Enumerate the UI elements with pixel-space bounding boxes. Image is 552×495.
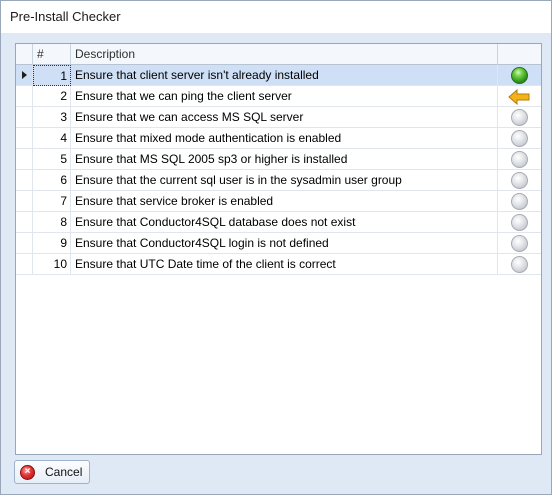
row-number-cell[interactable]: 3 [33,107,71,128]
row-number-cell[interactable]: 5 [33,149,71,170]
row-number-cell[interactable]: 9 [33,233,71,254]
status-cell[interactable] [498,254,541,275]
status-cell[interactable] [498,149,541,170]
status-cell[interactable] [498,212,541,233]
table-row[interactable]: 7 Ensure that service broker is enabled [16,191,541,212]
grey-circle-icon [511,109,528,126]
row-number-cell[interactable]: 8 [33,212,71,233]
dialog-footer: × Cancel [2,457,550,494]
checks-grid: # Description 1 Ensure that client server… [15,43,542,455]
table-row[interactable]: 10 Ensure that UTC Date time of the clien… [16,254,541,275]
cancel-button[interactable]: × Cancel [14,460,90,484]
row-selector[interactable] [16,212,33,233]
status-cell[interactable] [498,233,541,254]
row-selector[interactable] [16,149,33,170]
description-cell[interactable]: Ensure that we can access MS SQL server [71,107,498,128]
window-title: Pre-Install Checker [10,9,121,24]
status-cell[interactable] [498,86,541,107]
grey-circle-icon [511,130,528,147]
table-row[interactable]: 8 Ensure that Conductor4SQL database does… [16,212,541,233]
column-header-status[interactable] [498,44,541,65]
row-selector[interactable] [16,170,33,191]
cancel-button-label: Cancel [45,465,83,479]
row-indicator-header [16,44,33,65]
status-cell[interactable] [498,107,541,128]
row-selector[interactable] [16,65,33,86]
column-header-number[interactable]: # [33,44,71,65]
table-row[interactable]: 2 Ensure that we can ping the client serv… [16,86,541,107]
status-cell[interactable] [498,191,541,212]
description-cell[interactable]: Ensure that MS SQL 2005 sp3 or higher is… [71,149,498,170]
grid-header: # Description [16,44,541,65]
row-number-cell[interactable]: 4 [33,128,71,149]
row-number-cell[interactable]: 2 [33,86,71,107]
title-bar: Pre-Install Checker [1,1,551,33]
grey-circle-icon [511,193,528,210]
pre-install-checker-window: Pre-Install Checker # Description 1 Ensur… [0,0,552,495]
table-row[interactable]: 4 Ensure that mixed mode authentication i… [16,128,541,149]
description-cell[interactable]: Ensure that Conductor4SQL database does … [71,212,498,233]
description-cell[interactable]: Ensure that client server isn't already … [71,65,498,86]
row-selector[interactable] [16,233,33,254]
row-number-cell[interactable]: 7 [33,191,71,212]
description-cell[interactable]: Ensure that service broker is enabled [71,191,498,212]
row-selector[interactable] [16,128,33,149]
description-cell[interactable]: Ensure that Conductor4SQL login is not d… [71,233,498,254]
column-header-description[interactable]: Description [71,44,498,65]
description-cell[interactable]: Ensure that mixed mode authentication is… [71,128,498,149]
status-cell[interactable] [498,128,541,149]
table-row[interactable]: 6 Ensure that the current sql user is in … [16,170,541,191]
table-row[interactable]: 3 Ensure that we can access MS SQL server [16,107,541,128]
row-selector[interactable] [16,254,33,275]
status-cell[interactable] [498,65,541,86]
row-number-cell[interactable]: 1 [33,65,71,86]
status-cell[interactable] [498,170,541,191]
grey-circle-icon [511,151,528,168]
table-row[interactable]: 1 Ensure that client server isn't already… [16,65,541,86]
arrow-left-icon [508,89,530,105]
grey-circle-icon [511,256,528,273]
current-row-indicator-icon [22,71,27,79]
grey-circle-icon [511,172,528,189]
grey-circle-icon [511,235,528,252]
table-row[interactable]: 5 Ensure that MS SQL 2005 sp3 or higher i… [16,149,541,170]
table-row[interactable]: 9 Ensure that Conductor4SQL login is not … [16,233,541,254]
description-cell[interactable]: Ensure that the current sql user is in t… [71,170,498,191]
row-selector[interactable] [16,191,33,212]
description-cell[interactable]: Ensure that we can ping the client serve… [71,86,498,107]
row-number-cell[interactable]: 10 [33,254,71,275]
grey-circle-icon [511,214,528,231]
dialog-client-area: # Description 1 Ensure that client server… [2,33,550,494]
row-selector[interactable] [16,107,33,128]
row-number-cell[interactable]: 6 [33,170,71,191]
description-cell[interactable]: Ensure that UTC Date time of the client … [71,254,498,275]
green-check-icon [511,67,528,84]
cancel-icon: × [20,465,35,480]
row-selector[interactable] [16,86,33,107]
